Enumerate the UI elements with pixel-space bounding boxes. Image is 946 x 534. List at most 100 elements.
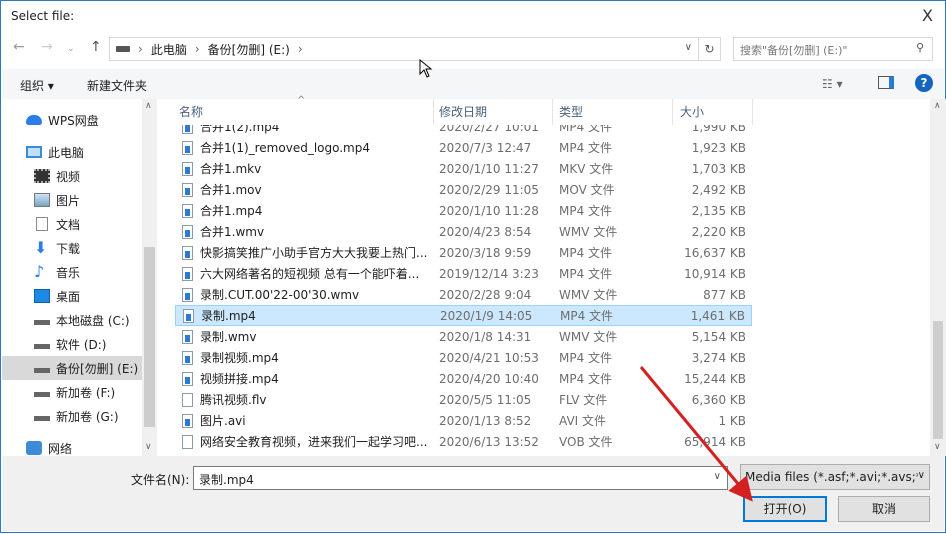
file-type: FLV 文件 [559, 393, 608, 407]
media-file-icon [182, 371, 193, 386]
new-folder-button[interactable]: 新建文件夹 [87, 77, 147, 94]
file-type: MOV 文件 [559, 183, 615, 197]
file-date: 2020/1/10 11:28 [439, 203, 539, 218]
file-row[interactable]: 视频拼接.mp4 2020/4/20 10:40 MP4 文件 15,244 K… [175, 368, 752, 389]
refresh-button[interactable]: ↻ [699, 37, 721, 61]
file-row[interactable]: 合并1(2).mp4 2020/2/27 10:01 MP4 文件 1,990 … [175, 125, 752, 137]
file-row[interactable]: 合并1.mkv 2020/1/10 11:27 MKV 文件 1,703 KB [175, 158, 752, 179]
file-type: MKV 文件 [559, 162, 614, 176]
file-name: 快影搞笑推广小助手官方大大我要上热门... [200, 246, 428, 260]
media-file-icon [182, 266, 193, 281]
file-date: 2020/2/29 11:05 [439, 182, 539, 197]
file-size: 3,274 KB [691, 350, 746, 365]
file-row[interactable]: 快影搞笑推广小助手官方大大我要上热门... 2020/3/18 9:59 MP4… [175, 242, 752, 263]
column-divider[interactable] [433, 99, 434, 125]
filename-input[interactable]: 录制.mp4 ∨ [193, 466, 728, 490]
file-size: 1,990 KB [691, 125, 746, 134]
file-row[interactable]: 合并1.mov 2020/2/29 11:05 MOV 文件 2,492 KB [175, 179, 752, 200]
scroll-up-icon[interactable]: ∧ [145, 101, 152, 111]
file-name: 合并1.mp4 [200, 204, 263, 218]
file-icon [182, 392, 193, 407]
file-name: 合并1.wmv [200, 225, 265, 239]
file-name: 网络安全教育视频，进来我们一起学习吧... [200, 435, 428, 449]
column-header-type[interactable]: 类型 [559, 103, 583, 125]
filetype-select[interactable]: Media files (*.asf;*.avi;*.avs;*. ∨ [740, 464, 930, 490]
file-type: AVI 文件 [559, 414, 607, 428]
search-placeholder: 搜索"备份[勿删] (E:)" [740, 44, 848, 57]
file-row[interactable]: 六大网络著名的短视频 总有一个能吓着... 2019/12/14 3:23 MP… [175, 263, 752, 284]
file-type: MP4 文件 [559, 246, 613, 260]
file-row[interactable]: 录制.wmv 2020/1/8 14:31 WMV 文件 5,154 KB [175, 326, 752, 347]
file-rows: 合并1(2).mp4 2020/2/27 10:01 MP4 文件 1,990 … [1, 125, 931, 456]
file-row[interactable]: 合并1(1)_removed_logo.mp4 2020/7/3 12:47 M… [175, 137, 752, 158]
column-divider[interactable] [672, 99, 673, 125]
drive-icon [116, 46, 130, 52]
file-size: 877 KB [703, 287, 746, 302]
media-file-icon [183, 308, 194, 323]
file-row[interactable]: 录制.mp4 2020/1/9 14:05 MP4 文件 1,461 KB [175, 305, 752, 326]
recent-dropdown-icon[interactable]: ⌄ [67, 44, 75, 54]
file-date: 2020/5/5 11:05 [439, 392, 532, 407]
file-type: MP4 文件 [559, 372, 613, 386]
column-header-size[interactable]: 大小 [680, 103, 704, 125]
file-date: 2020/1/10 11:27 [439, 161, 539, 176]
media-file-icon [182, 287, 193, 302]
chevron-down-icon: ∨ [917, 470, 925, 481]
file-type: WMV 文件 [559, 288, 618, 302]
breadcrumb-drive-e[interactable]: 备份[勿删] (E:) [208, 41, 290, 58]
chevron-down-icon[interactable]: ∨ [714, 471, 721, 482]
scroll-up-icon[interactable]: ∧ [934, 101, 941, 111]
file-row[interactable]: 录制.CUT.00'22-00'30.wmv 2020/2/28 9:04 WM… [175, 284, 752, 305]
file-size: 2,135 KB [691, 203, 746, 218]
file-size: 5,154 KB [691, 329, 746, 344]
cancel-button[interactable]: 取消 [838, 496, 930, 522]
organize-button[interactable]: 组织 ▾ [20, 77, 54, 94]
scroll-down-icon[interactable]: ∨ [934, 442, 941, 452]
file-name: 合并1(1)_removed_logo.mp4 [200, 141, 370, 155]
file-name: 六大网络著名的短视频 总有一个能吓着... [200, 267, 420, 281]
chevron-down-icon[interactable]: ∨ [685, 42, 692, 53]
file-name: 录制.mp4 [201, 309, 256, 323]
column-divider[interactable] [552, 99, 553, 125]
help-icon[interactable]: ? [915, 74, 933, 92]
media-file-icon [182, 140, 193, 155]
close-button[interactable]: X [922, 6, 933, 25]
file-row[interactable]: 图片.avi 2020/1/13 8:52 AVI 文件 1 KB [175, 410, 752, 431]
scrollbar-thumb[interactable] [933, 321, 943, 439]
preview-pane-icon[interactable] [878, 76, 894, 89]
filename-label: 文件名(N): [131, 473, 190, 487]
file-size: 2,492 KB [691, 182, 746, 197]
file-row[interactable]: 合并1.mp4 2020/1/10 11:28 MP4 文件 2,135 KB [175, 200, 752, 221]
file-date: 2020/1/13 8:52 [439, 413, 532, 428]
column-divider[interactable] [752, 99, 753, 125]
column-header-name[interactable]: 名称 [179, 103, 203, 125]
open-button[interactable]: 打开(O) [743, 496, 827, 522]
file-name: 录制.CUT.00'22-00'30.wmv [200, 288, 360, 302]
file-row[interactable]: 腾讯视频.flv 2020/5/5 11:05 FLV 文件 6,360 KB [175, 389, 752, 410]
up-icon[interactable]: ↑ [90, 39, 102, 55]
toolbar: 组织 ▾ 新建文件夹 ☷ ▾ ? [2, 69, 944, 99]
file-size: 10,914 KB [684, 266, 746, 281]
address-bar[interactable]: › 此电脑 › 备份[勿删] (E:) › ∨ [109, 37, 699, 61]
column-header-date[interactable]: 修改日期 [439, 103, 487, 125]
view-options-icon[interactable]: ☷ ▾ [822, 77, 843, 91]
forward-icon[interactable]: → [41, 39, 53, 55]
search-input[interactable]: 搜索"备份[勿删] (E:)" ⚲ [733, 37, 933, 61]
file-row[interactable]: 网络安全教育视频，进来我们一起学习吧... 2020/6/13 13:52 VO… [175, 431, 752, 452]
chevron-right-icon: › [194, 42, 200, 56]
file-size: 1,703 KB [691, 161, 746, 176]
breadcrumb-this-pc[interactable]: 此电脑 [151, 41, 187, 58]
mouse-cursor-icon [419, 59, 433, 78]
file-name: 录制视频.mp4 [200, 351, 279, 365]
file-date: 2020/4/23 8:54 [439, 224, 532, 239]
file-list-scrollbar[interactable]: ∧ ∨ [930, 99, 946, 456]
file-type: WMV 文件 [559, 330, 618, 344]
file-row[interactable]: 录制视频.mp4 2020/4/21 10:53 MP4 文件 3,274 KB [175, 347, 752, 368]
file-date: 2020/7/3 12:47 [439, 140, 532, 155]
file-row[interactable]: 合并1.wmv 2020/4/23 8:54 WMV 文件 2,220 KB [175, 221, 752, 242]
file-size: 2,220 KB [691, 224, 746, 239]
back-icon[interactable]: ← [13, 39, 25, 55]
chevron-right-icon: › [297, 42, 303, 56]
dialog-title: Select file: [11, 9, 75, 23]
file-size: 6,360 KB [691, 392, 746, 407]
